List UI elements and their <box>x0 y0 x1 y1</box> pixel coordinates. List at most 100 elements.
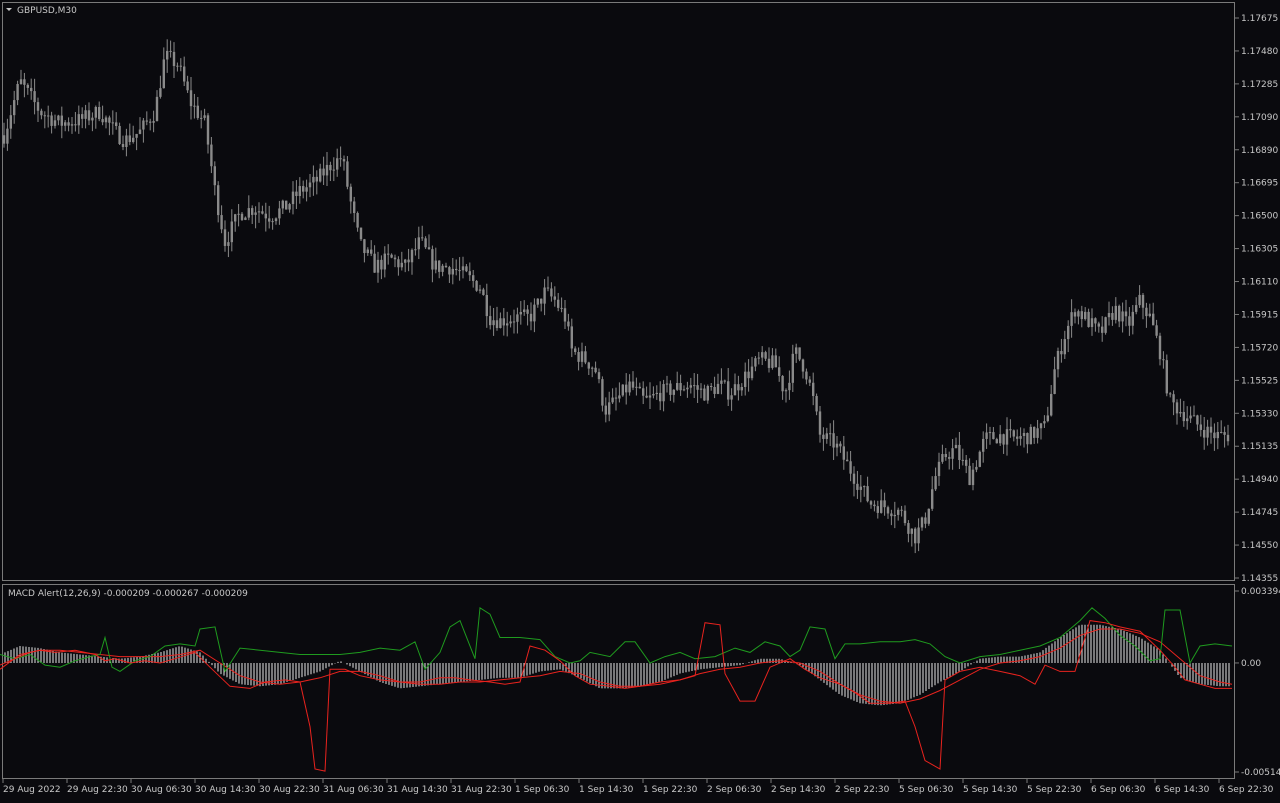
x-tick-label: 5 Sep 06:30 <box>899 785 954 795</box>
candle-body <box>557 299 560 308</box>
main-y-tick-label: 1.14355 <box>1241 574 1278 584</box>
candle-body <box>519 312 522 315</box>
candle-body <box>455 268 458 271</box>
candle-body <box>495 320 499 328</box>
candle-body <box>322 168 325 176</box>
candle-body <box>176 65 179 67</box>
candle-body <box>302 186 305 192</box>
candle-body <box>329 164 332 171</box>
candle-body <box>1155 325 1158 336</box>
candle-body <box>64 122 67 126</box>
candle-body <box>580 351 584 362</box>
candle-body <box>138 129 142 134</box>
candle-body <box>36 102 40 111</box>
candle-body <box>373 253 376 273</box>
candle-body <box>485 294 488 317</box>
candle-body <box>115 122 118 126</box>
candle-body <box>213 166 216 186</box>
candle-body <box>50 115 53 126</box>
candle-body <box>1070 312 1073 326</box>
candle-body <box>162 59 165 89</box>
candle-body <box>271 221 274 223</box>
candle-body <box>203 115 206 118</box>
candle-body <box>189 90 193 107</box>
candle-body <box>999 434 1002 444</box>
candle-body <box>370 249 373 254</box>
candle-body <box>689 385 692 388</box>
x-tick-label: 2 Sep 14:30 <box>771 785 826 795</box>
candle-body <box>390 254 393 258</box>
candle-body <box>822 434 825 439</box>
candle-body <box>1094 318 1097 324</box>
candle-body <box>274 218 278 222</box>
candle-body <box>421 237 424 239</box>
main-y-tick-label: 1.17285 <box>1241 80 1278 90</box>
candle-body <box>597 372 601 380</box>
candle-body <box>849 461 852 474</box>
candle-body <box>468 271 471 276</box>
candle-body <box>971 469 975 486</box>
candle-body <box>424 238 427 248</box>
candle-body <box>1005 429 1009 445</box>
candle-body <box>744 371 747 387</box>
symbol-label[interactable]: GBPUSD,M30 <box>17 6 77 16</box>
x-tick-label: 31 Aug 06:30 <box>323 785 384 795</box>
candle-body <box>1223 432 1226 435</box>
candle-body <box>383 253 386 270</box>
candle-body <box>543 287 546 304</box>
candle-body <box>982 438 985 452</box>
candle-body <box>461 266 465 271</box>
candle-body <box>873 504 876 507</box>
candle-body <box>866 486 869 502</box>
candle-body <box>611 397 614 403</box>
candle-body <box>1141 294 1145 308</box>
chart-canvas[interactable]: 1.17675 1.17480 1.17285 1.17090 1.16890 1.166… <box>0 0 1280 800</box>
candle-body <box>1033 426 1036 438</box>
candle-body <box>682 389 686 391</box>
candle-body <box>713 387 716 394</box>
candle-body <box>584 351 587 363</box>
candle-body <box>710 385 713 388</box>
candle-body <box>737 384 740 391</box>
candle-body <box>315 176 318 182</box>
candle-body <box>1206 426 1209 438</box>
main-y-tick-label: 1.17090 <box>1241 113 1278 123</box>
candle-body <box>206 115 210 145</box>
candle-body <box>1104 317 1107 333</box>
candle-body <box>965 459 968 466</box>
candle-body <box>951 448 954 459</box>
candle-body <box>230 221 233 243</box>
candle-body <box>526 309 529 314</box>
main-y-tick-label: 1.16890 <box>1241 146 1278 156</box>
candle-body <box>87 110 91 121</box>
candle-body <box>958 444 961 461</box>
candle-body <box>628 381 631 393</box>
candle-body <box>1101 326 1104 333</box>
candle-body <box>251 208 254 215</box>
candle-body <box>920 517 924 528</box>
candle-body <box>614 397 618 399</box>
candle-body <box>1196 415 1199 425</box>
candle-body <box>288 204 291 210</box>
candle-body <box>856 483 859 490</box>
candle-body <box>121 143 125 148</box>
candle-body <box>1172 394 1175 403</box>
candle-body <box>818 411 822 435</box>
candle-body <box>67 122 70 126</box>
candle-body <box>764 352 767 359</box>
candle-body <box>880 500 883 513</box>
candle-body <box>1080 311 1083 320</box>
candle-body <box>992 432 995 440</box>
indicator-y-tick-label: 0.003394 <box>1241 587 1280 597</box>
candle-body <box>659 392 662 402</box>
candle-body <box>448 267 451 275</box>
candle-body <box>475 280 478 291</box>
candle-body <box>570 326 573 349</box>
candle-body <box>927 508 930 524</box>
indicator-label: MACD Alert(12,26,9) -0.000209 -0.000267 … <box>8 589 248 599</box>
candle-body <box>903 510 907 524</box>
candle-body <box>791 353 794 383</box>
candle-body <box>400 262 403 268</box>
candle-body <box>186 81 189 91</box>
candle-body <box>1152 313 1155 326</box>
